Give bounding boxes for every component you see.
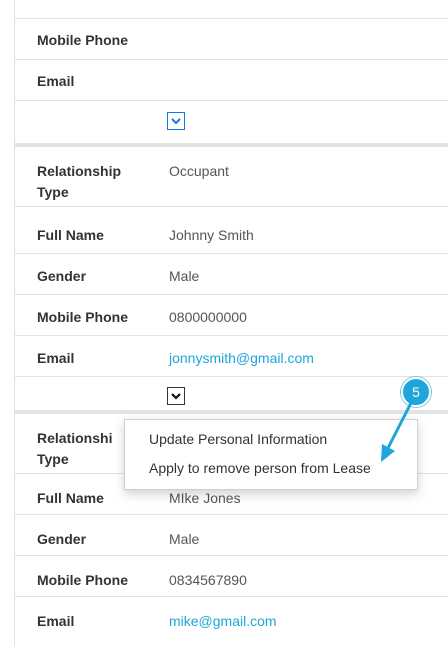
annotation-arrow-icon <box>381 401 413 462</box>
